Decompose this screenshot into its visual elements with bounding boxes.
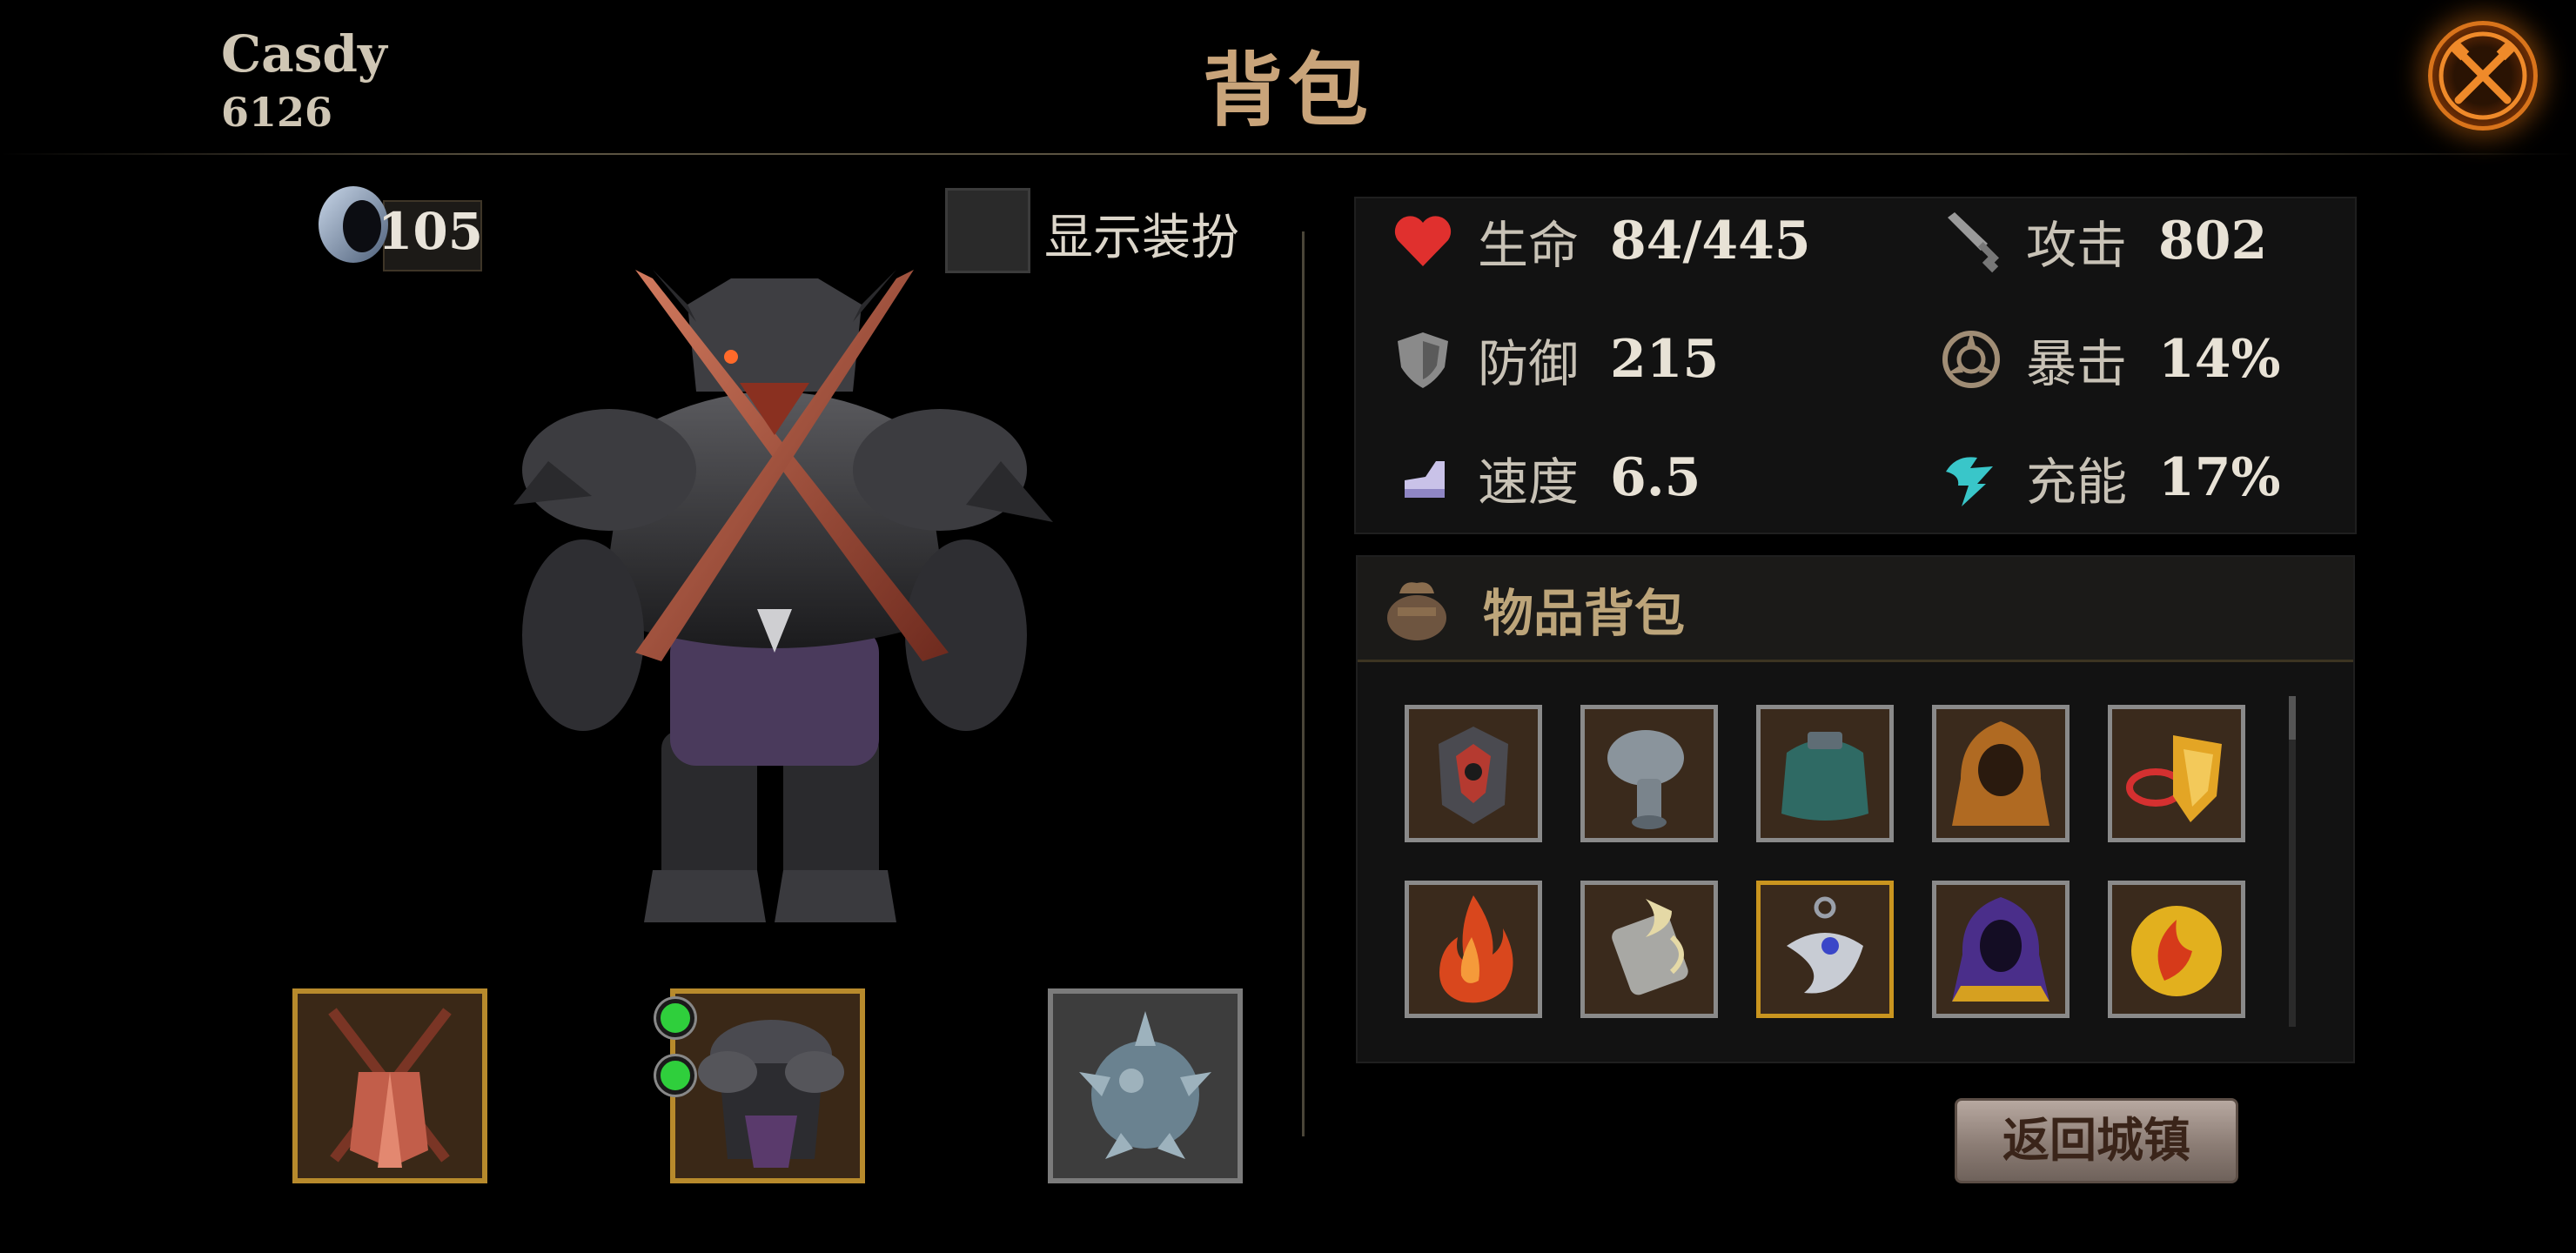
charge-icon <box>1946 457 1993 506</box>
stat-speed: 速度 6.5 <box>1391 439 1701 517</box>
inventory-slot-6[interactable] <box>1405 881 1542 1018</box>
inventory-slot-8[interactable] <box>1756 881 1894 1018</box>
inventory-slot-3[interactable] <box>1756 705 1894 842</box>
stat-crit: 暴击 14% <box>1939 320 2281 399</box>
stat-speed-value: 6.5 <box>1610 447 1701 508</box>
stat-defense-value: 215 <box>1610 329 1720 390</box>
inventory-slot-10[interactable] <box>2108 881 2245 1018</box>
player-id: 6126 <box>221 89 333 136</box>
crossed-tools-icon <box>2438 31 2527 120</box>
armor-icon <box>698 1020 844 1168</box>
stats-panel: 生命 84/445 攻击 802 防御 215 暴击 14% 速度 6.5 充能… <box>1354 197 2357 534</box>
show-outfit-label[interactable]: 显示装扮 <box>1044 198 1239 269</box>
panel-divider <box>1302 231 1305 1136</box>
flame-icon <box>1439 895 1513 1003</box>
inventory-title: 物品背包 <box>1483 584 1686 643</box>
inventory-slot-5[interactable] <box>2108 705 2245 842</box>
inventory-scrollbar[interactable] <box>2289 696 2296 1027</box>
boot-icon <box>1405 461 1445 498</box>
character-model[interactable] <box>513 244 1070 940</box>
player-name: Casdy <box>221 24 387 84</box>
stat-charge-label: 充能 <box>2026 452 2128 512</box>
fire-orb-icon <box>2131 906 2222 996</box>
sword-icon <box>1948 212 2000 273</box>
inventory-slot-2[interactable] <box>1580 705 1718 842</box>
page-title: 背包 <box>1202 44 1373 137</box>
shield-icon <box>1398 332 1448 388</box>
heart-icon <box>1394 216 1452 266</box>
header-divider <box>0 153 2576 155</box>
inventory-slot-4[interactable] <box>1932 705 2070 842</box>
inventory-slot-7[interactable] <box>1580 881 1718 1018</box>
stat-crit-value: 14% <box>2158 329 2281 390</box>
socket-gem-2 <box>656 1056 694 1095</box>
cape-icon <box>1781 732 1868 821</box>
shield-ring-icon <box>2126 735 2222 822</box>
spiked-ball-icon <box>1079 1011 1211 1159</box>
amulet-icon <box>1787 896 1863 994</box>
inventory-panel: 物品背包 <box>1356 555 2355 1063</box>
stat-defense-label: 防御 <box>1478 334 1580 393</box>
helmet-icon <box>1439 727 1508 824</box>
equip-slot-accessory[interactable] <box>1048 988 1243 1183</box>
equip-slot-armor[interactable] <box>670 988 865 1183</box>
stat-attack-label: 攻击 <box>2026 216 2128 275</box>
stat-attack-value: 802 <box>2158 211 2268 271</box>
gauntlet-icon <box>1607 730 1684 829</box>
purple-hood-icon <box>1952 897 2049 1002</box>
crit-target-icon <box>1942 331 2000 388</box>
socket-gem-1 <box>656 999 694 1037</box>
hood-icon <box>1952 721 2049 826</box>
return-to-town-button[interactable]: 返回城镇 <box>1955 1098 2238 1183</box>
stat-hp-value: 84/445 <box>1610 211 1811 271</box>
currency-value: 105 <box>378 202 484 261</box>
inventory-header: 物品背包 <box>1358 557 2353 662</box>
stat-defense: 防御 215 <box>1391 320 1719 399</box>
inventory-slot-1[interactable] <box>1405 705 1542 842</box>
crossed-swords-icon <box>328 1008 452 1168</box>
inventory-slot-9[interactable] <box>1932 881 2070 1018</box>
inventory-scroll-thumb[interactable] <box>2289 696 2296 740</box>
close-button[interactable] <box>2428 21 2538 131</box>
bracer-icon <box>1612 899 1688 995</box>
stat-attack: 攻击 802 <box>1939 202 2267 280</box>
stat-hp: 生命 84/445 <box>1391 202 1811 280</box>
stat-charge: 充能 17% <box>1939 439 2281 517</box>
stat-hp-label: 生命 <box>1478 216 1580 275</box>
stat-speed-label: 速度 <box>1478 452 1580 512</box>
bag-icon <box>1387 582 1446 640</box>
stat-charge-value: 17% <box>2158 447 2281 508</box>
equip-slot-weapon[interactable] <box>292 988 487 1183</box>
stat-crit-label: 暴击 <box>2026 334 2128 393</box>
